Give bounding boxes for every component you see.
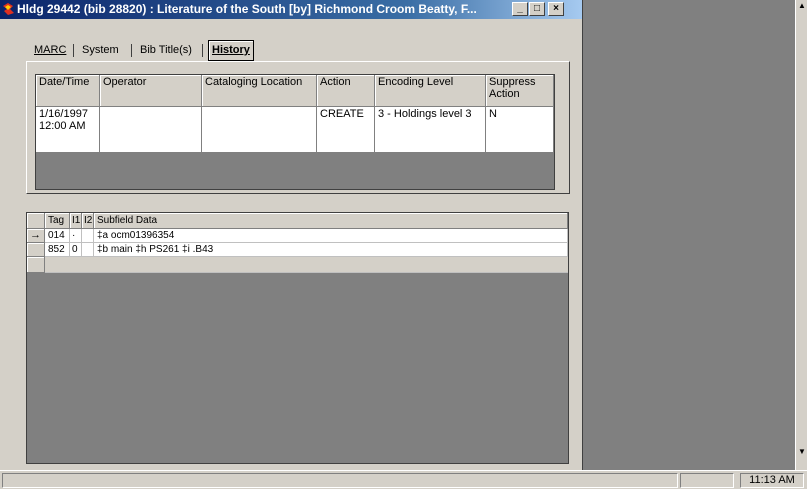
history-table: Date/Time Operator Cataloging Location A… bbox=[35, 74, 555, 190]
column-header-cataloging-location[interactable]: Cataloging Location bbox=[202, 75, 317, 107]
tab-bib-titles[interactable]: Bib Title(s) bbox=[137, 41, 195, 59]
holdings-window: Hldg 29442 (bib 28820) : Literature of t… bbox=[0, 0, 583, 470]
clock: 11:13 AM bbox=[740, 473, 804, 488]
column-header-i1[interactable]: I1 bbox=[70, 213, 82, 229]
tab-separator bbox=[73, 44, 74, 57]
column-header-encoding-level[interactable]: Encoding Level bbox=[375, 75, 486, 107]
table-cell-operator[interactable] bbox=[100, 107, 202, 153]
tab-system[interactable]: System bbox=[79, 41, 122, 59]
marc-i2-cell[interactable] bbox=[82, 229, 94, 243]
column-header-operator[interactable]: Operator bbox=[100, 75, 202, 107]
marc-tag-cell[interactable]: 852 bbox=[45, 243, 70, 257]
row-selector-new[interactable] bbox=[27, 257, 45, 273]
close-button[interactable]: × bbox=[548, 2, 564, 16]
minimize-button[interactable]: _ bbox=[512, 2, 528, 16]
maximize-button[interactable]: □ bbox=[529, 2, 545, 16]
scroll-up-icon[interactable]: ▲ bbox=[796, 0, 807, 12]
status-panel-blank bbox=[680, 473, 734, 488]
app-icon bbox=[3, 3, 14, 15]
desktop-scrollbar[interactable]: ▲ ▼ bbox=[795, 0, 807, 470]
column-header-date-time[interactable]: Date/Time bbox=[36, 75, 100, 107]
desktop-background bbox=[582, 0, 795, 470]
tab-system-label: System bbox=[82, 44, 119, 56]
marc-tag-cell[interactable]: 014 bbox=[45, 229, 70, 243]
status-panel-main bbox=[2, 473, 678, 488]
table-cell-suppress-action[interactable]: N bbox=[486, 107, 554, 153]
marc-subfield-cell[interactable]: ‡a ocm01396354 bbox=[94, 229, 568, 243]
marc-i2-cell[interactable] bbox=[82, 243, 94, 257]
table-cell-cataloging-location[interactable] bbox=[202, 107, 317, 153]
marc-i1-cell[interactable]: 0 bbox=[70, 243, 82, 257]
tab-history[interactable]: History bbox=[208, 40, 254, 61]
tab-separator bbox=[131, 44, 132, 57]
tab-history-label: History bbox=[212, 44, 250, 56]
marc-subfield-cell[interactable]: ‡b main ‡h PS261 ‡i .B43 bbox=[94, 243, 568, 257]
window-titlebar[interactable]: Hldg 29442 (bib 28820) : Literature of t… bbox=[0, 0, 582, 19]
table-cell-date-time[interactable]: 1/16/1997 12:00 AM bbox=[36, 107, 100, 153]
column-header-i2[interactable]: I2 bbox=[82, 213, 94, 229]
tab-bib-titles-label: Bib Title(s) bbox=[140, 44, 192, 56]
column-header-tag[interactable]: Tag bbox=[45, 213, 70, 229]
window-title: Hldg 29442 (bib 28820) : Literature of t… bbox=[17, 2, 477, 16]
tab-separator bbox=[202, 44, 203, 57]
column-header-subfield-data[interactable]: Subfield Data bbox=[94, 213, 568, 229]
table-cell-encoding-level[interactable]: 3 - Holdings level 3 bbox=[375, 107, 486, 153]
new-row[interactable] bbox=[45, 257, 568, 273]
column-header-suppress-action[interactable]: Suppress Action bbox=[486, 75, 554, 107]
column-header-action[interactable]: Action bbox=[317, 75, 375, 107]
table-cell-action[interactable]: CREATE bbox=[317, 107, 375, 153]
scroll-down-icon[interactable]: ▼ bbox=[796, 446, 807, 458]
tab-marc[interactable]: MARC bbox=[31, 41, 69, 59]
marc-i1-cell[interactable]: · bbox=[70, 229, 82, 243]
row-pointer-icon: → bbox=[27, 229, 45, 243]
tab-marc-label: MARC bbox=[34, 44, 67, 56]
row-selector[interactable] bbox=[27, 243, 45, 257]
statusbar: 11:13 AM bbox=[0, 470, 807, 489]
marc-grid: Tag I1 I2 Subfield Data → 014 · ‡a ocm01… bbox=[26, 212, 569, 464]
row-selector-header bbox=[27, 213, 45, 229]
